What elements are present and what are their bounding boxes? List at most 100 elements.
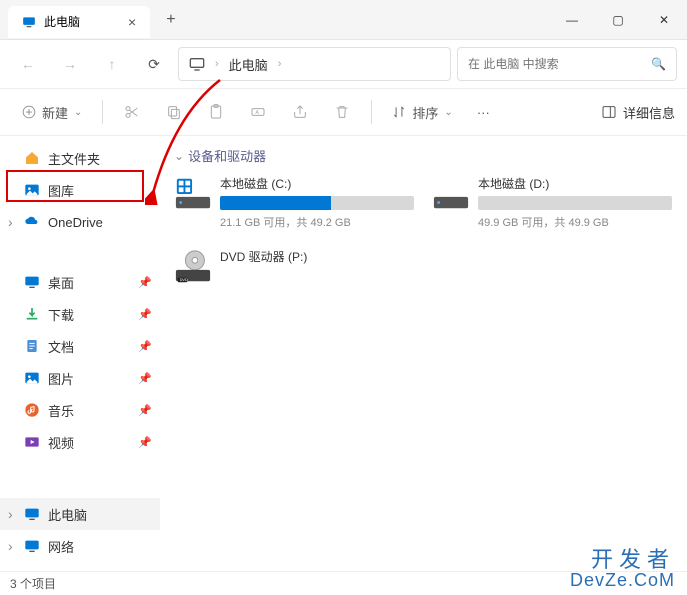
cloud-icon xyxy=(24,214,40,230)
details-icon xyxy=(601,104,617,120)
content-area: 设备和驱动器 本地磁盘 (C:)21.1 GB 可用，共 49.2 GB本地磁盘… xyxy=(160,136,687,571)
tab-title: 此电脑 xyxy=(44,13,80,30)
pin-icon: 📌 xyxy=(138,436,152,449)
pin-icon: 📌 xyxy=(138,372,152,385)
drive-item[interactable]: 本地磁盘 (D:) 49.9 GB 可用，共 49.9 GB xyxy=(432,175,672,230)
drive-item[interactable]: 本地磁盘 (C:) 21.1 GB 可用，共 49.2 GB xyxy=(174,175,414,230)
plus-circle-icon xyxy=(22,105,36,119)
pc-icon xyxy=(24,506,40,522)
refresh-button[interactable]: ⟳ xyxy=(136,46,172,82)
sidebar-item-label: 图片 xyxy=(48,369,74,388)
address-bar[interactable]: › 此电脑 › xyxy=(178,47,451,81)
divider xyxy=(102,100,103,124)
sidebar-item-pictures[interactable]: 图片 📌 xyxy=(0,362,160,394)
monitor-icon xyxy=(189,56,205,72)
docs-icon xyxy=(24,338,40,354)
drive-list: 本地磁盘 (C:) 21.1 GB 可用，共 49.2 GB 本地磁盘 (D:) 49… xyxy=(174,175,673,286)
sidebar-item-label: 音乐 xyxy=(48,401,74,420)
title-bar: 此电脑 × + — ▢ ✕ xyxy=(0,0,687,40)
sidebar-item-label: 主文件夹 xyxy=(48,149,100,168)
sidebar-item-network[interactable]: 网络 xyxy=(0,530,160,562)
drive-status: 21.1 GB 可用，共 49.2 GB xyxy=(220,214,414,230)
tab-close-button[interactable]: × xyxy=(128,14,136,30)
svg-text:A: A xyxy=(256,110,260,116)
rename-button[interactable]: A xyxy=(239,95,277,129)
sort-button[interactable]: 排序 ⌄ xyxy=(382,95,462,129)
sidebar-item-label: 网络 xyxy=(48,537,74,556)
sidebar-item-download[interactable]: 下载 📌 xyxy=(0,298,160,330)
hdd-icon xyxy=(432,175,470,213)
search-icon[interactable]: 🔍 xyxy=(651,57,666,71)
search-input[interactable] xyxy=(468,57,651,71)
new-tab-button[interactable]: + xyxy=(166,11,175,29)
minimize-button[interactable]: — xyxy=(549,0,595,40)
paste-button[interactable] xyxy=(197,95,235,129)
sidebar-item-home[interactable]: 主文件夹 xyxy=(0,142,160,174)
copy-icon xyxy=(166,104,182,120)
active-tab[interactable]: 此电脑 × xyxy=(8,6,150,38)
details-pane-button[interactable]: 详细信息 xyxy=(601,103,675,122)
copy-button[interactable] xyxy=(155,95,193,129)
navigation-pane: 主文件夹图库 OneDrive 桌面 📌 下载 📌 文档📌 图片 📌 音乐 📌 视频 📌 此电脑网络 xyxy=(0,136,160,571)
search-box[interactable]: 🔍 xyxy=(457,47,677,81)
up-button[interactable]: ↑ xyxy=(94,46,130,82)
sidebar-item-music[interactable]: 音乐 📌 xyxy=(0,394,160,426)
delete-button[interactable] xyxy=(323,95,361,129)
sidebar-item-label: 视频 xyxy=(48,433,74,452)
drive-status: 49.9 GB 可用，共 49.9 GB xyxy=(478,214,672,230)
navigation-toolbar: ← → ↑ ⟳ › 此电脑 › 🔍 xyxy=(0,40,687,88)
pictures-icon xyxy=(24,370,40,386)
drive-name: 本地磁盘 (D:) xyxy=(478,175,672,192)
capacity-bar xyxy=(478,196,672,210)
desktop-icon xyxy=(24,274,40,290)
drive-name: 本地磁盘 (C:) xyxy=(220,175,414,192)
sidebar-item-label: 桌面 xyxy=(48,273,74,292)
drive-item[interactable]: DVDDVD 驱动器 (P:) xyxy=(174,248,414,286)
sort-icon xyxy=(392,105,406,119)
forward-button[interactable]: → xyxy=(52,46,88,82)
scissors-icon xyxy=(124,104,140,120)
sidebar-item-docs[interactable]: 文档📌 xyxy=(0,330,160,362)
pin-icon: 📌 xyxy=(138,276,152,289)
sidebar-item-gallery[interactable]: 图库 xyxy=(0,174,160,206)
home-icon xyxy=(24,150,40,166)
sidebar-item-label: 图库 xyxy=(48,181,74,200)
sidebar-item-pc[interactable]: 此电脑 xyxy=(0,498,160,530)
cut-button[interactable] xyxy=(113,95,151,129)
paste-icon xyxy=(208,104,224,120)
more-button[interactable]: ··· xyxy=(467,95,500,129)
trash-icon xyxy=(334,104,350,120)
divider xyxy=(371,100,372,124)
watermark: 开发者 DevZe.CoM xyxy=(570,549,675,589)
breadcrumb-sep: › xyxy=(215,58,219,70)
capacity-bar xyxy=(220,196,414,210)
network-icon xyxy=(24,538,40,554)
sidebar-item-label: OneDrive xyxy=(48,215,103,230)
music-icon xyxy=(24,402,40,418)
dvd-icon: DVD xyxy=(174,248,212,286)
sidebar-item-label: 此电脑 xyxy=(48,505,87,524)
sidebar-item-video[interactable]: 视频 📌 xyxy=(0,426,160,458)
share-icon xyxy=(292,104,308,120)
new-button[interactable]: 新建 ⌄ xyxy=(12,95,92,129)
svg-text:DVD: DVD xyxy=(180,278,188,282)
hdd-win-icon xyxy=(174,175,212,213)
sidebar-item-cloud[interactable]: OneDrive xyxy=(0,206,160,238)
section-header[interactable]: 设备和驱动器 xyxy=(174,146,673,165)
command-bar: 新建 ⌄ A 排序 ⌄ ··· 详细信息 xyxy=(0,88,687,136)
download-icon xyxy=(24,306,40,322)
breadcrumb-location[interactable]: 此电脑 xyxy=(229,55,268,74)
back-button[interactable]: ← xyxy=(10,46,46,82)
close-window-button[interactable]: ✕ xyxy=(641,0,687,40)
breadcrumb-sep: › xyxy=(278,58,282,70)
share-button[interactable] xyxy=(281,95,319,129)
sidebar-item-label: 文档 xyxy=(48,337,74,356)
sidebar-item-desktop[interactable]: 桌面 📌 xyxy=(0,266,160,298)
pin-icon: 📌 xyxy=(138,404,152,417)
monitor-icon xyxy=(22,15,36,29)
maximize-button[interactable]: ▢ xyxy=(595,0,641,40)
video-icon xyxy=(24,434,40,450)
gallery-icon xyxy=(24,182,40,198)
sidebar-item-label: 下载 xyxy=(48,305,74,324)
pin-icon: 📌 xyxy=(138,308,152,321)
